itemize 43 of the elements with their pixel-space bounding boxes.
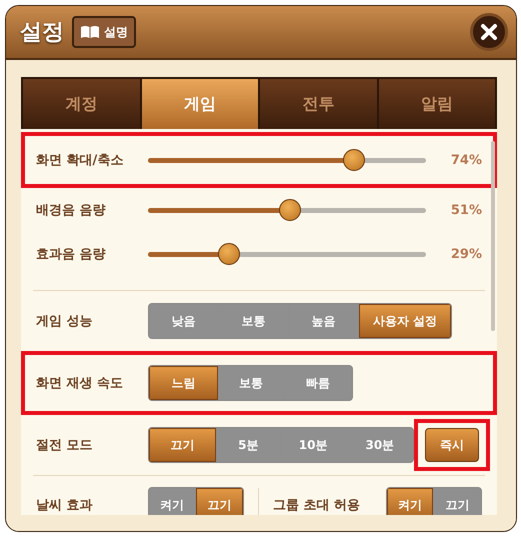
close-icon — [480, 23, 498, 41]
slider[interactable] — [148, 199, 426, 221]
option-button[interactable]: 빠름 — [284, 366, 352, 400]
percent-value: 51% — [450, 202, 482, 218]
setting-label: 절전 모드 — [36, 437, 94, 454]
option-button[interactable]: 낮음 — [149, 304, 219, 338]
slider-thumb[interactable] — [342, 149, 365, 171]
setting-label: 그룹 초대 허용 — [273, 497, 362, 514]
tab[interactable]: 전투 — [260, 79, 376, 129]
option-button[interactable]: 10분 — [280, 428, 347, 462]
option-button[interactable]: 보통 — [219, 366, 284, 400]
setting-label: 게임 성능 — [36, 313, 94, 330]
scrollbar[interactable] — [491, 141, 495, 331]
option-button[interactable]: 끄기 — [196, 488, 243, 515]
slider[interactable] — [148, 149, 426, 171]
option-button[interactable]: 높음 — [289, 304, 359, 338]
help-button[interactable]: 설명 — [72, 16, 136, 48]
percent-value: 29% — [450, 246, 482, 262]
option-button[interactable]: 사용자 설정 — [359, 304, 451, 338]
slider-thumb[interactable] — [278, 199, 301, 221]
setting-label: 배경음 음량 — [36, 202, 107, 219]
option-button[interactable]: 30분 — [346, 428, 413, 462]
setting-label: 화면 확대/축소 — [36, 152, 124, 169]
option-button[interactable]: 켜기 — [387, 488, 434, 515]
option-button[interactable]: 끄기 — [149, 428, 218, 462]
book-icon — [80, 25, 100, 39]
close-button[interactable] — [470, 13, 508, 51]
slider-thumb[interactable] — [218, 243, 240, 265]
now-button[interactable]: 즉시 — [425, 428, 479, 462]
setting-label: 화면 재생 속도 — [36, 375, 124, 392]
option-button[interactable]: 느림 — [149, 366, 219, 400]
option-button[interactable]: 보통 — [219, 304, 289, 338]
tab[interactable]: 게임 — [142, 79, 258, 129]
window-title: 설정 — [20, 19, 64, 47]
option-button[interactable]: 켜기 — [149, 488, 196, 515]
tab[interactable]: 계정 — [23, 79, 140, 129]
slider[interactable] — [148, 243, 426, 265]
tab[interactable]: 알림 — [378, 79, 495, 129]
option-button[interactable]: 끄기 — [434, 488, 481, 515]
percent-value: 74% — [450, 152, 482, 168]
setting-label: 효과음 음량 — [36, 246, 107, 263]
setting-label: 날씨 효과 — [36, 497, 94, 514]
option-button[interactable]: 5분 — [217, 428, 281, 462]
